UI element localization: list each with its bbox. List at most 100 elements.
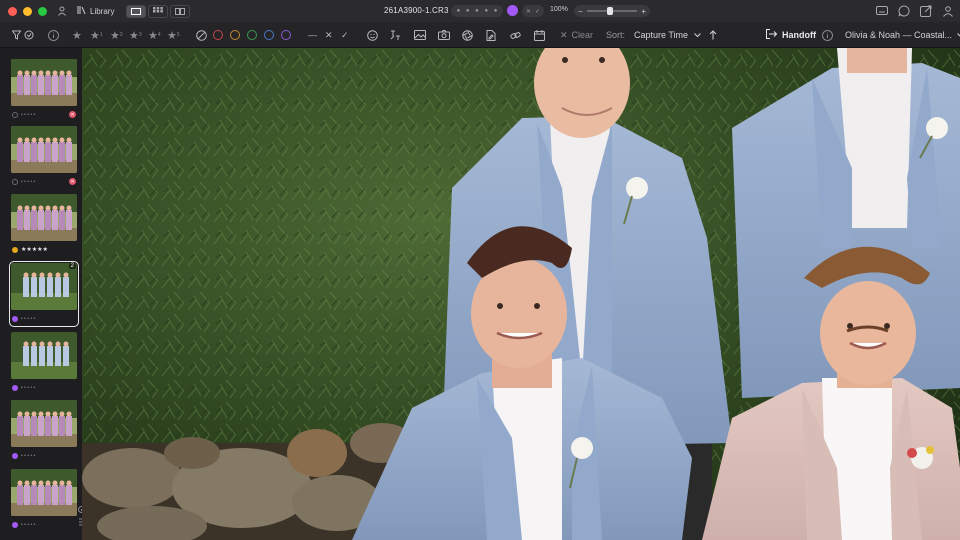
library-button[interactable]: Library [77, 6, 114, 16]
metadata-icon[interactable] [390, 29, 401, 41]
rating-1-button[interactable]: ★ 1 [90, 29, 103, 42]
filter-button[interactable] [12, 29, 34, 41]
zoom-slider[interactable]: − + [574, 5, 650, 17]
thumbnail-rating[interactable]: • • • • • [21, 179, 35, 185]
rating-star-0-button[interactable]: ★ [72, 29, 82, 42]
sort-dropdown[interactable]: Capture Time [634, 29, 701, 41]
filmstrip-thumb[interactable]: • • • • • [10, 331, 78, 395]
thumbnail-image [11, 126, 77, 173]
color-label-purple[interactable] [507, 5, 518, 16]
grid-view-button[interactable] [148, 4, 169, 18]
keyboard-icon[interactable] [875, 4, 888, 17]
thumbnail-meta: • • • • • ✕ [12, 177, 76, 186]
filmstrip-thumb[interactable]: • • • • • [10, 399, 78, 463]
no-color-label-button[interactable] [196, 29, 207, 41]
thumbnail-meta: • • • • • [12, 451, 76, 460]
person-icon[interactable] [57, 6, 67, 16]
session-dropdown[interactable]: Olivia & Noah — Coastal... [845, 29, 960, 41]
minimize-window-button[interactable] [23, 6, 32, 16]
zoom-out-button[interactable]: − [578, 7, 583, 16]
titlebar-right-tools [875, 4, 954, 17]
session-info-button[interactable] [822, 29, 833, 41]
title-bar: Library 261A3900-1.CR3 ● ● ● ● ● ✕ ✓ 100% − + [0, 0, 960, 22]
pick-icon: ✓ [534, 8, 540, 15]
window-controls [8, 6, 47, 16]
filmstrip-thumb[interactable]: ★★★★★ [10, 193, 78, 257]
rating-dots-pill[interactable]: ● ● ● ● ● [451, 5, 503, 17]
rating-4-button[interactable]: ★ 4 [148, 29, 161, 42]
camera-icon[interactable] [438, 29, 450, 41]
zoom-knob[interactable] [606, 7, 613, 15]
color-label-purple-button[interactable] [281, 29, 291, 41]
flag-pill[interactable]: ✕ ✓ [522, 5, 544, 17]
face-icon[interactable] [367, 29, 378, 41]
color-label-dot [12, 452, 18, 459]
color-label-orange-button[interactable] [230, 29, 240, 41]
toolbar: ★ ★ 1 ★ 2 ★ 3 ★ 4 ★ 5 — ✕ ✓ ✕ Clear Sort… [0, 22, 960, 48]
color-label-dot [12, 315, 18, 322]
rating-5-button[interactable]: ★ 5 [167, 29, 180, 42]
clear-filters-button[interactable]: ✕ Clear [560, 29, 593, 41]
no-label-icon [196, 29, 207, 41]
close-window-button[interactable] [8, 6, 17, 16]
stack-count-badge: 2 [68, 263, 76, 269]
filmstrip-thumb[interactable]: • • • • • [10, 468, 78, 532]
thumbnail-image [11, 400, 77, 447]
color-label-dot [12, 178, 18, 185]
handoff-button[interactable]: Handoff [766, 29, 816, 41]
library-label: Library [90, 6, 115, 16]
color-label-blue-button[interactable] [264, 29, 274, 41]
app-window: Library 261A3900-1.CR3 ● ● ● ● ● ✕ ✓ 100% − + [0, 0, 960, 540]
single-view-icon [131, 7, 142, 15]
single-view-button[interactable] [126, 4, 147, 18]
rating-3-button[interactable]: ★ 3 [129, 29, 142, 42]
filmstrip-thumb[interactable]: • • • • • ✕ [10, 58, 78, 122]
handoff-icon [766, 29, 778, 41]
filmstrip-thumb[interactable]: 2 • • • • • [9, 261, 79, 327]
sort-label: Sort: [606, 30, 626, 40]
thumbnail-image [11, 59, 77, 106]
filmstrip-thumb[interactable]: • • • • • ✕ [10, 125, 78, 189]
thumbnail-image [11, 469, 77, 516]
thumbnail-meta: • • • • • [12, 383, 76, 392]
reject-button[interactable]: ✕ [325, 29, 333, 41]
zoom-in-button[interactable]: + [641, 7, 646, 16]
rating-2-button[interactable]: ★ 2 [110, 29, 123, 42]
thumbnail-meta: ★★★★★ [12, 245, 76, 254]
thumbnail-rating[interactable]: • • • • • [21, 316, 35, 322]
edit-file-icon[interactable] [486, 29, 496, 41]
calendar-icon[interactable] [534, 29, 545, 41]
zoom-track[interactable] [586, 7, 638, 15]
color-label-red-button[interactable] [213, 29, 223, 41]
pick-button[interactable]: ✓ [341, 29, 349, 41]
compare-view-icon [175, 7, 186, 15]
aperture-icon[interactable] [462, 29, 473, 41]
thumbnail-rating[interactable]: • • • • • [21, 385, 35, 391]
image-viewer[interactable] [82, 48, 960, 540]
chat-icon[interactable] [897, 4, 910, 17]
thumbnail-rating[interactable]: • • • • • [21, 522, 35, 528]
thumbnail-rating[interactable]: • • • • • [21, 112, 35, 118]
info-button[interactable] [48, 29, 59, 41]
color-label-green-button[interactable] [247, 29, 257, 41]
account-icon[interactable] [941, 4, 954, 17]
sort-direction-button[interactable] [709, 29, 717, 41]
thumbnail-rating[interactable]: ★★★★★ [21, 246, 48, 253]
reject-icon: ✕ [525, 8, 531, 15]
link-icon[interactable] [510, 29, 521, 41]
compare-view-button[interactable] [170, 4, 191, 18]
library-icon [77, 6, 86, 16]
unflag-button[interactable]: — [308, 29, 317, 41]
info-icon [48, 29, 59, 41]
export-icon[interactable] [919, 4, 932, 17]
thumbnail-meta: • • • • • [12, 520, 76, 529]
thumbnail-image [11, 332, 77, 379]
grid-view-icon [153, 7, 164, 13]
color-label-dot [12, 246, 18, 253]
filmstrip[interactable]: • • • • • ✕ • • • • • ✕ ★★★★★ 2 • • • • • • • •… [0, 48, 82, 540]
image-icon[interactable] [414, 29, 426, 41]
chevron-down-icon [694, 30, 701, 40]
thumbnail-rating[interactable]: • • • • • [21, 453, 35, 459]
zoom-window-button[interactable] [38, 6, 47, 16]
photo-canvas [82, 48, 960, 540]
